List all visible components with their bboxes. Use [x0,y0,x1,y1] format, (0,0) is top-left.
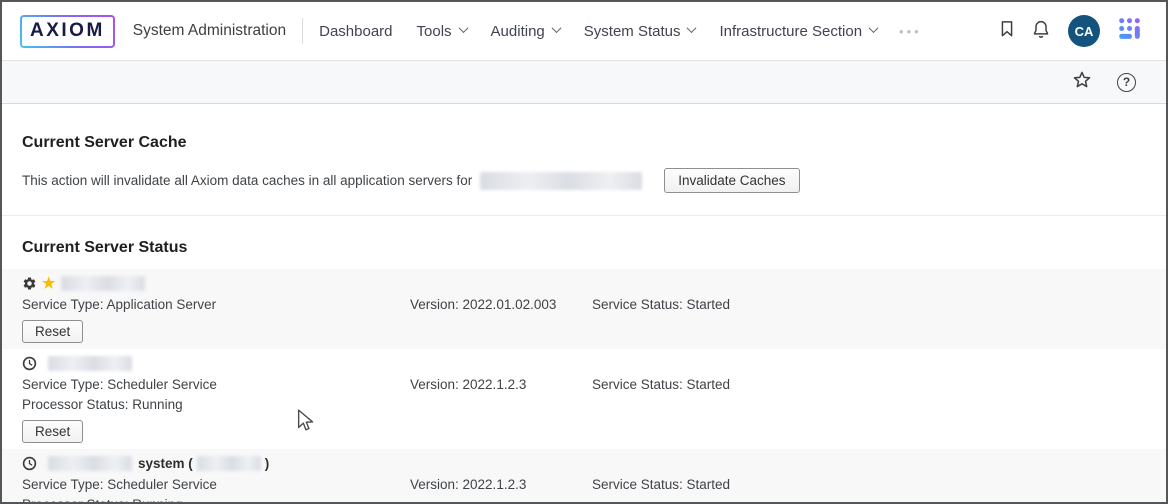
app-launcher-button[interactable] [1112,14,1146,48]
user-avatar[interactable]: CA [1068,15,1100,47]
page-toolbar: ? [2,61,1166,104]
favorite-star-icon [1071,69,1093,96]
version-text: Version: 2022.1.2.3 [410,475,592,495]
service-type-text: Service Type: Scheduler Service [22,475,410,495]
chevron-down-icon [869,23,879,33]
nav-overflow-button[interactable]: ••• [889,24,932,39]
server-row-application-server: ★ Service Type: Application Server Versi… [2,269,1166,349]
chevron-down-icon [687,23,697,33]
redacted-server-name [48,356,132,371]
top-navigation-bar: AXIOM System Administration Dashboard To… [2,2,1166,61]
reset-button[interactable]: Reset [22,320,83,343]
gear-icon [22,276,37,291]
server-name-text: system ( [138,456,193,471]
nav-item-tools[interactable]: Tools [405,23,479,40]
service-status-text: Service Status: Started [592,475,1166,495]
nav-item-label: Dashboard [319,23,392,40]
help-icon: ? [1117,73,1136,92]
reset-button[interactable]: Reset [22,420,83,443]
redacted-server-name [48,456,132,471]
processor-status-text: Processor Status: Running [22,395,410,415]
app-title: System Administration [133,22,286,40]
nav-item-label: Auditing [491,23,545,40]
redacted-server-name [480,172,642,190]
nav-divider [302,18,303,44]
service-type-text: Service Type: Scheduler Service [22,375,410,395]
help-button[interactable]: ? [1117,73,1136,92]
nav-item-system-status[interactable]: System Status [572,23,708,40]
cache-section-title: Current Server Cache [22,134,1166,152]
service-status-text: Service Status: Started [592,295,1166,315]
cache-section: Current Server Cache This action will in… [2,134,1166,193]
nav-item-dashboard[interactable]: Dashboard [307,23,404,40]
version-text: Version: 2022.1.2.3 [410,375,592,395]
service-status-text: Service Status: Started [592,375,1166,395]
bookmark-button[interactable] [990,14,1024,48]
favorite-button[interactable] [1071,69,1093,96]
favorite-star-icon: ★ [42,276,55,291]
app-grid-icon [1117,16,1142,46]
scheduler-clock-icon [22,456,37,471]
axiom-logo[interactable]: AXIOM [20,15,115,48]
nav-item-label: Tools [417,23,452,40]
nav-item-label: System Status [584,23,681,40]
notifications-button[interactable] [1024,14,1058,48]
chevron-down-icon [458,23,468,33]
nav-item-auditing[interactable]: Auditing [479,23,572,40]
server-row-scheduler-service: Service Type: Scheduler Service Version:… [2,349,1166,449]
service-type-text: Service Type: Application Server [22,295,410,315]
scheduler-clock-icon [22,356,37,371]
app-window: AXIOM System Administration Dashboard To… [0,0,1168,504]
invalidate-caches-button[interactable]: Invalidate Caches [664,168,799,193]
nav-item-infrastructure-section[interactable]: Infrastructure Section [707,23,889,40]
nav-item-label: Infrastructure Section [719,23,862,40]
redacted-server-name [197,456,261,471]
server-name-text: ) [265,456,270,471]
chevron-down-icon [551,23,561,33]
processor-status-text: Processor Status: Running [22,495,410,504]
version-text: Version: 2022.01.02.003 [410,295,592,315]
bookmark-icon [997,19,1017,44]
server-row-scheduler-system: system ( ) Service Type: Scheduler Servi… [2,449,1166,504]
redacted-server-name [61,276,145,291]
status-section: Current Server Status ★ Service Type: Ap… [2,239,1166,504]
bell-icon [1030,18,1052,45]
axiom-logo-text: AXIOM [22,17,113,46]
status-section-title: Current Server Status [22,239,1166,257]
cache-description: This action will invalidate all Axiom da… [22,173,472,188]
section-divider [2,215,1166,216]
